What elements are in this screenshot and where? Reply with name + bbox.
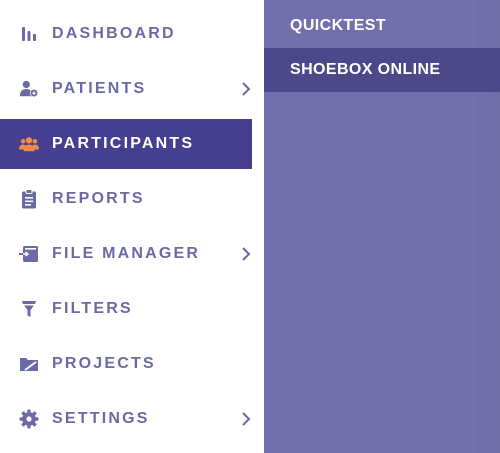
sidebar-item-patients[interactable]: PATIENTS bbox=[0, 64, 252, 114]
sidebar-item-file-manager[interactable]: FILE MANAGER bbox=[0, 229, 252, 279]
chevron-right-icon bbox=[241, 412, 251, 426]
sidebar-item-settings[interactable]: SETTINGS bbox=[0, 394, 252, 444]
chevron-right-icon bbox=[241, 82, 251, 96]
funnel-icon bbox=[19, 299, 39, 319]
sidebar-item-label: FILE MANAGER bbox=[52, 245, 201, 262]
users-group-icon bbox=[19, 134, 39, 154]
clipboard-icon bbox=[19, 189, 39, 209]
gear-icon bbox=[19, 409, 39, 429]
folder-icon bbox=[19, 354, 39, 374]
submenu-item-label: SHOEBOX ONLINE bbox=[290, 61, 441, 78]
bar-chart-icon bbox=[19, 24, 39, 44]
sidebar-item-reports[interactable]: REPORTS bbox=[0, 174, 252, 224]
chevron-right-icon bbox=[241, 247, 251, 261]
file-import-icon bbox=[19, 244, 39, 264]
active-indicator bbox=[256, 136, 264, 152]
sidebar-item-label: FILTERS bbox=[52, 300, 133, 317]
sidebar-item-label: PATIENTS bbox=[52, 80, 147, 97]
sidebar-item-label: REPORTS bbox=[52, 190, 145, 207]
sidebar-item-participants[interactable]: PARTICIPANTS bbox=[0, 119, 252, 169]
sidebar-item-filters[interactable]: FILTERS bbox=[0, 284, 252, 334]
sidebar-item-label: PROJECTS bbox=[52, 355, 156, 372]
participants-submenu: QUICKTEST SHOEBOX ONLINE bbox=[264, 0, 500, 453]
submenu-item-shoebox-online[interactable]: SHOEBOX ONLINE bbox=[264, 48, 500, 92]
sidebar-item-projects[interactable]: PROJECTS bbox=[0, 339, 252, 389]
add-user-icon bbox=[19, 79, 39, 99]
sidebar-item-label: DASHBOARD bbox=[52, 25, 176, 42]
submenu-item-quicktest[interactable]: QUICKTEST bbox=[264, 4, 500, 48]
sidebar-item-label: SETTINGS bbox=[52, 410, 150, 427]
submenu-item-label: QUICKTEST bbox=[290, 17, 387, 34]
sidebar-item-dashboard[interactable]: DASHBOARD bbox=[0, 9, 252, 59]
sidebar-nav: DASHBOARD PATIENTS PARTICIPANTS REPORTS … bbox=[0, 0, 264, 453]
sidebar-item-label: PARTICIPANTS bbox=[52, 135, 195, 152]
